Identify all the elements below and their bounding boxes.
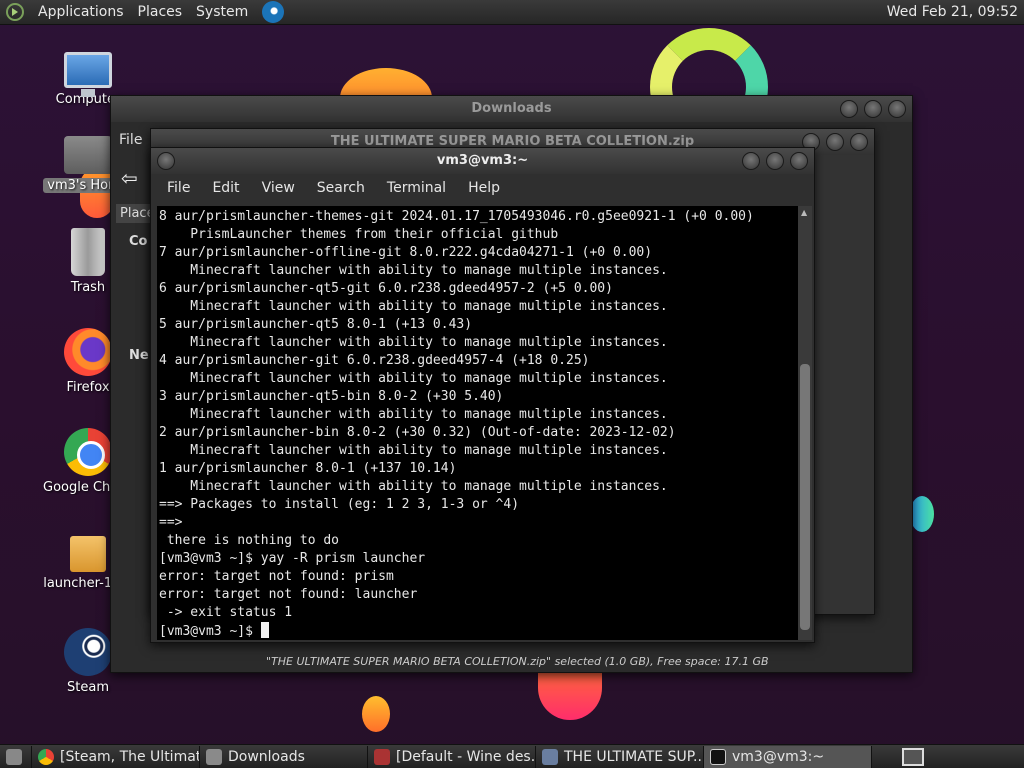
terminal-line: 8 aur/prismlauncher-themes-git 2024.01.1… <box>159 209 754 224</box>
trash-icon <box>71 228 105 276</box>
terminal-line: 2 aur/prismlauncher-bin 8.0-2 (+30 0.32)… <box>159 425 676 440</box>
task-steam[interactable]: [Steam, The Ultimat... <box>32 745 200 768</box>
wallpaper-blob <box>538 668 602 720</box>
maximize-button[interactable] <box>826 133 844 151</box>
task-label: Downloads <box>228 748 305 765</box>
menu-search[interactable]: Search <box>317 180 365 196</box>
task-label: [Default - Wine des... <box>396 748 536 765</box>
minimize-button[interactable] <box>840 100 858 118</box>
terminal-line: 5 aur/prismlauncher-qt5 8.0-1 (+13 0.43) <box>159 317 473 332</box>
package-icon <box>70 536 106 572</box>
terminal-scrollbar[interactable]: ▲ <box>798 206 812 640</box>
terminal-titlebar[interactable]: vm3@vm3:~ <box>151 148 814 174</box>
terminal-line: 6 aur/prismlauncher-qt5-git 6.0.r238.gde… <box>159 281 613 296</box>
computer-icon <box>64 52 112 97</box>
menu-file[interactable]: File <box>167 180 190 196</box>
terminal-line: PrismLauncher themes from their official… <box>159 227 559 242</box>
terminal-line: Minecraft launcher with ability to manag… <box>159 407 668 422</box>
panel-clock[interactable]: Wed Feb 21, 09:52 <box>887 4 1018 20</box>
task-label: [Steam, The Ultimat... <box>60 748 200 765</box>
terminal-icon <box>710 748 726 765</box>
scroll-thumb[interactable] <box>800 364 810 630</box>
terminal-window[interactable]: vm3@vm3:~ File Edit View Search Terminal… <box>150 147 815 643</box>
top-panel: Applications Places System Wed Feb 21, 0… <box>0 0 1024 25</box>
task-label: vm3@vm3:~ <box>732 748 825 765</box>
close-button[interactable] <box>850 133 868 151</box>
terminal-line: error: target not found: prism <box>159 569 394 584</box>
terminal-line: ==> Packages to install (eg: 1 2 3, 1-3 … <box>159 497 520 512</box>
terminal-line: 3 aur/prismlauncher-qt5-bin 8.0-2 (+30 5… <box>159 389 504 404</box>
home-folder-icon <box>64 136 112 174</box>
downloads-titlebar[interactable]: Downloads <box>111 96 912 122</box>
maximize-button[interactable] <box>864 100 882 118</box>
terminal-line: 4 aur/prismlauncher-git 6.0.r238.gdeed49… <box>159 353 590 368</box>
maximize-button[interactable] <box>766 152 784 170</box>
steam-icon <box>64 628 112 676</box>
task-downloads[interactable]: Downloads <box>200 745 368 768</box>
terminal-line: Minecraft launcher with ability to manag… <box>159 479 668 494</box>
window-title: Downloads <box>471 101 552 116</box>
terminal-cursor <box>260 622 269 638</box>
terminal-line: Minecraft launcher with ability to manag… <box>159 335 668 350</box>
terminal-line: 1 aur/prismlauncher 8.0-1 (+137 10.14) <box>159 461 457 476</box>
terminal-line: Minecraft launcher with ability to manag… <box>159 443 668 458</box>
sidebar-section-network: Ne <box>129 348 149 363</box>
terminal-prompt: [vm3@vm3 ~]$ <box>159 624 261 639</box>
window-menu-button[interactable] <box>157 152 175 170</box>
back-arrow-icon[interactable]: ⇦ <box>121 166 138 190</box>
terminal-line: ==> <box>159 515 183 530</box>
task-wine[interactable]: [Default - Wine des... <box>368 745 536 768</box>
menu-view[interactable]: View <box>262 180 295 196</box>
terminal-line: 7 aur/prismlauncher-offline-git 8.0.r222… <box>159 245 653 260</box>
terminal-menubar: File Edit View Search Terminal Help <box>151 174 814 202</box>
chrome-icon <box>38 748 54 765</box>
terminal-output[interactable]: 8 aur/prismlauncher-themes-git 2024.01.1… <box>157 206 800 640</box>
terminal-line: [vm3@vm3 ~]$ yay -R prism launcher <box>159 551 426 566</box>
places-menu[interactable]: Places <box>138 4 183 20</box>
close-button[interactable] <box>888 100 906 118</box>
task-archive[interactable]: THE ULTIMATE SUP... <box>536 745 704 768</box>
file-menu[interactable]: File <box>119 132 142 148</box>
status-bar: "THE ULTIMATE SUPER MARIO BETA COLLETION… <box>266 655 769 668</box>
close-button[interactable] <box>790 152 808 170</box>
terminal-line: Minecraft launcher with ability to manag… <box>159 299 668 314</box>
minimize-button[interactable] <box>742 152 760 170</box>
terminal-line: error: target not found: launcher <box>159 587 418 602</box>
show-desktop-icon <box>6 748 22 765</box>
panel-menus: Applications Places System <box>30 0 292 25</box>
terminal-text: 8 aur/prismlauncher-themes-git 2024.01.1… <box>157 206 800 640</box>
window-title: vm3@vm3:~ <box>436 153 529 168</box>
archive-icon <box>542 748 558 765</box>
terminal-line: there is nothing to do <box>159 533 340 548</box>
wallpaper-blob <box>362 696 390 732</box>
sidebar-section-computer: Co <box>129 234 148 249</box>
applications-menu[interactable]: Applications <box>38 4 124 20</box>
menu-terminal[interactable]: Terminal <box>387 180 446 196</box>
menu-edit[interactable]: Edit <box>212 180 239 196</box>
workspace-switcher[interactable] <box>902 748 924 766</box>
chrome-icon <box>64 428 112 476</box>
menu-help[interactable]: Help <box>468 180 500 196</box>
taskbar: [Steam, The Ultimat... Downloads [Defaul… <box>0 744 1024 768</box>
wine-icon <box>374 748 390 765</box>
desktop-icon-label: Steam <box>67 680 109 695</box>
steam-launcher-icon[interactable] <box>262 1 285 23</box>
folder-icon <box>206 748 222 765</box>
task-terminal[interactable]: vm3@vm3:~ <box>704 745 872 768</box>
terminal-line: Minecraft launcher with ability to manag… <box>159 371 668 386</box>
task-label: THE ULTIMATE SUP... <box>564 748 704 765</box>
terminal-prompt-line[interactable]: [vm3@vm3 ~]$ <box>159 622 798 640</box>
terminal-line: -> exit status 1 <box>159 605 293 620</box>
terminal-line: Minecraft launcher with ability to manag… <box>159 263 668 278</box>
wallpaper-blob <box>910 496 934 532</box>
firefox-icon <box>64 328 112 376</box>
distro-logo-icon[interactable] <box>6 3 24 21</box>
system-menu[interactable]: System <box>196 4 248 20</box>
show-desktop-button[interactable] <box>0 745 32 768</box>
scroll-up-icon[interactable]: ▲ <box>801 208 807 217</box>
